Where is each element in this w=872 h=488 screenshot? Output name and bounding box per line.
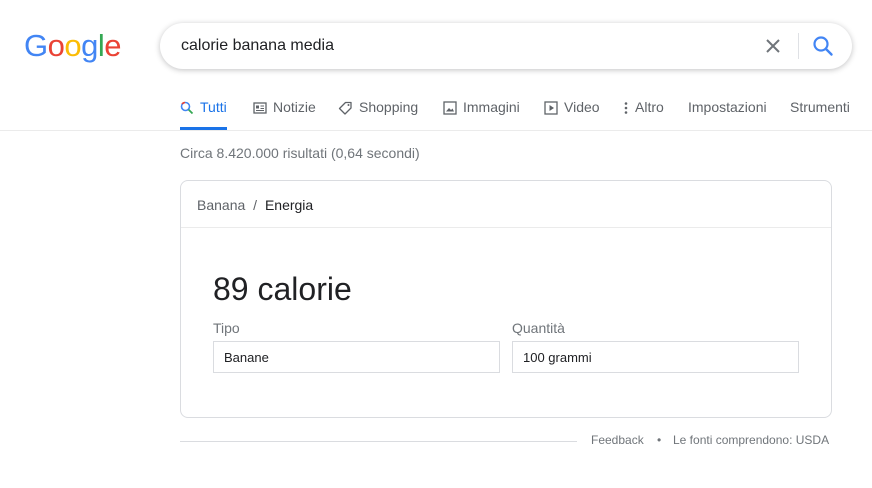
nutrition-card: Banana / Energia 89 calorie Tipo Quantit… xyxy=(180,180,832,418)
tab-altro[interactable]: Altro xyxy=(623,99,664,130)
video-icon xyxy=(544,99,558,118)
card-divider xyxy=(181,227,831,228)
google-logo[interactable]: Google xyxy=(24,28,122,63)
breadcrumb-separator: / xyxy=(253,197,258,213)
calorie-value: 89 calorie xyxy=(213,271,352,307)
tab-label: Impostazioni xyxy=(688,99,767,115)
tab-shopping[interactable]: Shopping xyxy=(338,99,418,130)
tab-label: Shopping xyxy=(359,99,419,115)
search-tabs: Tutti Notizie Shopping Immagini Video Al… xyxy=(180,99,872,130)
image-icon xyxy=(443,99,457,118)
search-input[interactable]: calorie banana media xyxy=(181,37,334,55)
tab-video[interactable]: Video xyxy=(544,99,600,130)
logo-letter: g xyxy=(81,28,98,63)
sources-text: Le fonti comprendono: USDA xyxy=(673,433,830,447)
tab-label: Strumenti xyxy=(790,99,850,115)
breadcrumb: Banana / Energia xyxy=(197,197,313,213)
tab-label: Altro xyxy=(635,99,664,115)
tab-strumenti[interactable]: Strumenti xyxy=(790,99,850,130)
tab-tutti[interactable]: Tutti xyxy=(180,99,227,130)
tab-impostazioni[interactable]: Impostazioni xyxy=(688,99,767,130)
quantity-label: Quantità xyxy=(512,320,565,336)
tabs-divider xyxy=(0,130,872,131)
logo-letter: e xyxy=(104,28,122,63)
tag-icon xyxy=(338,99,353,119)
tab-label: Notizie xyxy=(273,99,316,115)
type-label: Tipo xyxy=(213,320,240,336)
footer-divider xyxy=(180,441,577,442)
quantity-select[interactable]: 100 grammi xyxy=(512,341,799,373)
feedback-link[interactable]: Feedback xyxy=(591,433,644,447)
logo-letter: o xyxy=(64,28,82,63)
logo-letter: G xyxy=(24,28,48,63)
search-box-divider xyxy=(798,33,799,59)
more-vert-icon xyxy=(623,99,629,118)
search-icon xyxy=(180,99,194,118)
close-icon[interactable] xyxy=(763,36,783,56)
search-box[interactable]: calorie banana media xyxy=(160,23,852,69)
footer-separator: • xyxy=(657,433,662,447)
tab-immagini[interactable]: Immagini xyxy=(443,99,520,130)
logo-letter: o xyxy=(47,28,65,63)
search-icon[interactable] xyxy=(811,34,835,58)
tab-label: Immagini xyxy=(463,99,520,115)
type-select[interactable]: Banane xyxy=(213,341,500,373)
breadcrumb-root[interactable]: Banana xyxy=(197,197,245,213)
card-footer: Feedback • Le fonti comprendono: USDA xyxy=(180,433,832,449)
tab-notizie[interactable]: Notizie xyxy=(253,99,316,130)
tab-label: Tutti xyxy=(200,99,227,115)
tab-label: Video xyxy=(564,99,600,115)
breadcrumb-current: Energia xyxy=(264,197,314,213)
news-icon xyxy=(253,99,267,118)
result-stats: Circa 8.420.000 risultati (0,64 secondi) xyxy=(180,145,420,161)
